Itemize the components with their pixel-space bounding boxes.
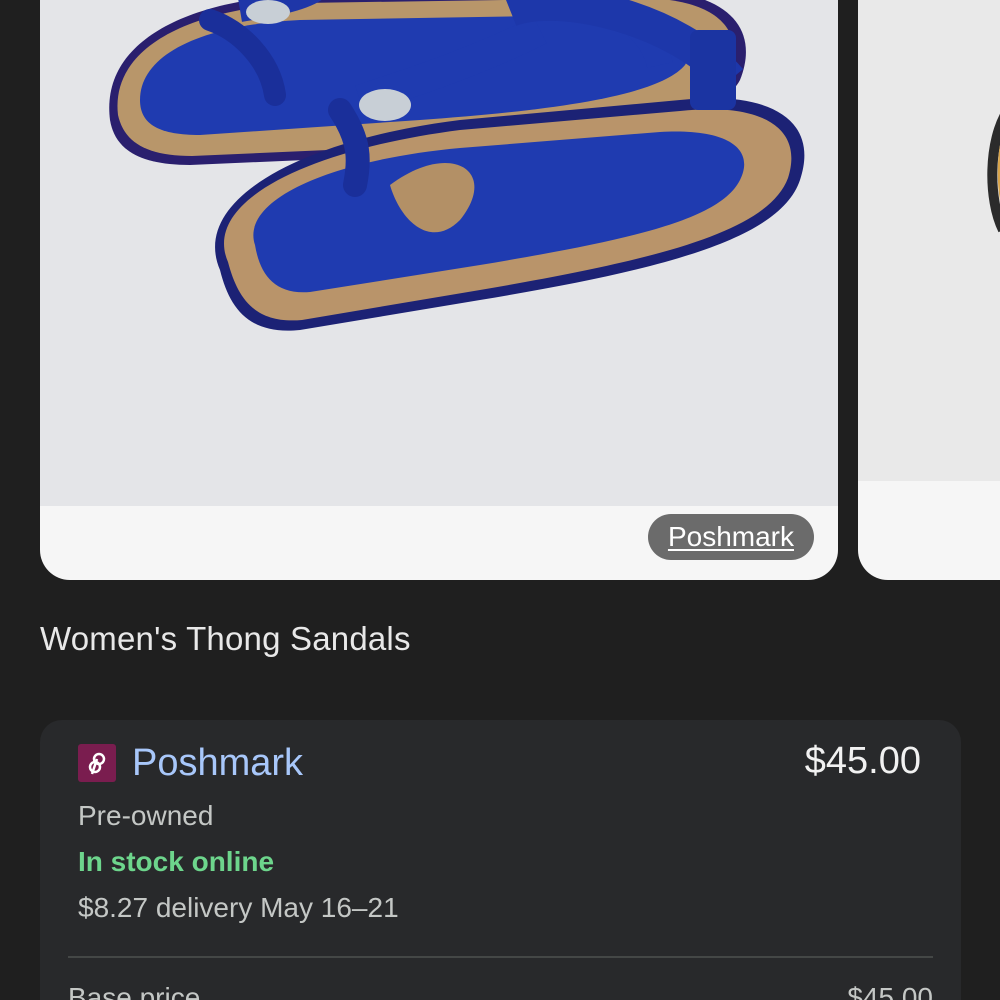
product-photo[interactable] [40,0,838,506]
sandals-image [40,0,838,506]
poshmark-logo-icon [78,744,116,782]
next-product-photo[interactable] [858,0,1000,481]
stock-status: In stock online [78,846,275,877]
next-product-image-card[interactable] [858,0,1000,580]
merchant-name-link[interactable]: Poshmark [132,742,303,785]
base-price-value: $45.00 [847,982,933,1000]
image-source-link[interactable]: Poshmark [647,514,814,560]
product-image-card[interactable]: Poshmark [40,0,838,580]
divider [68,956,933,958]
item-condition: Pre-owned [78,800,214,831]
product-image-carousel[interactable]: Poshmark [0,0,1000,580]
merchant-offer-card[interactable]: Poshmark $45.00 Pre-owned In stock onlin… [40,720,961,1000]
shopping-product-page: Poshmark Women's Thong Sandals Poshmark … [0,0,1000,1000]
offer-price: $45.00 [804,740,921,782]
base-price-label: Base price [68,982,201,1000]
merchant-row[interactable]: Poshmark [78,742,303,784]
next-image-preview [858,0,1000,481]
product-title: Women's Thong Sandals [40,620,411,657]
delivery-info: $8.27 delivery May 16–21 [78,892,399,923]
